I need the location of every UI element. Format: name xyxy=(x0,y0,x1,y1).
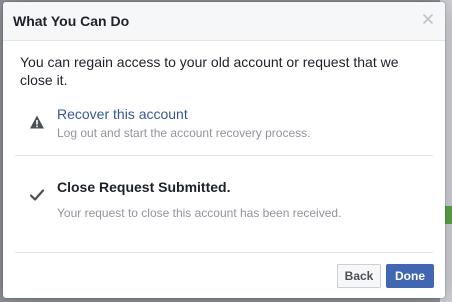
back-button[interactable]: Back xyxy=(337,264,381,288)
dialog: What You Can Do You can regain access to… xyxy=(3,2,445,298)
recover-account-link[interactable]: Recover this account xyxy=(57,105,188,123)
dialog-intro-text: You can regain access to your old accoun… xyxy=(20,54,399,88)
dialog-title: What You Can Do xyxy=(13,13,130,29)
close-icon[interactable] xyxy=(421,13,435,27)
divider xyxy=(15,155,433,156)
warning-icon xyxy=(29,114,45,130)
done-button[interactable]: Done xyxy=(386,264,434,288)
dialog-header: What You Can Do xyxy=(3,2,445,41)
close-request-status: Close Request Submitted. xyxy=(57,179,231,195)
footer-divider xyxy=(15,252,433,253)
close-request-description: Your request to close this account has b… xyxy=(57,206,342,220)
checkmark-icon xyxy=(29,187,45,203)
recover-account-description: Log out and start the account recovery p… xyxy=(57,126,311,140)
close-icon-glyph xyxy=(423,14,433,24)
